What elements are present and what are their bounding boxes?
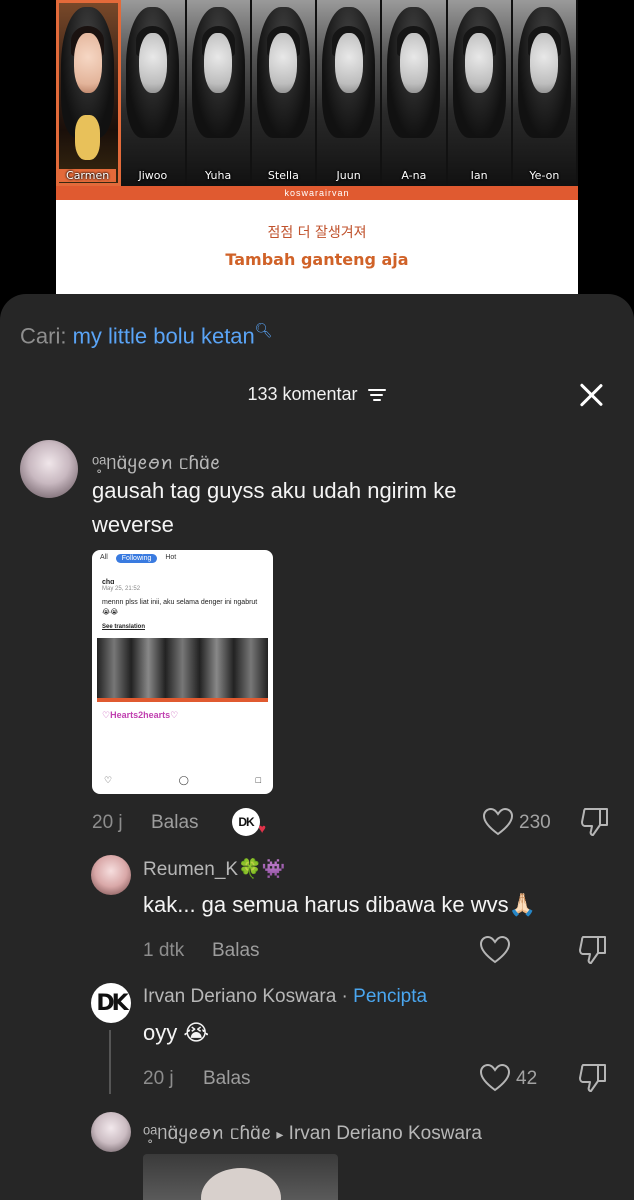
attachment-tab: Hot	[165, 554, 177, 561]
dislike-icon[interactable]	[580, 806, 610, 838]
attachment-post-body: mennn plss liat inii, aku selama denger …	[102, 599, 258, 616]
reply-author[interactable]: ᵒ̥ᵃᥒɑ̈ყꫀꪮꪀ ᥴɦɑ̈ꫀ	[143, 1123, 271, 1144]
comment-count: 133 komentar	[247, 384, 358, 404]
comment-time: 1 dtk	[143, 940, 185, 961]
creator-name[interactable]: Irvan Deriano Koswara	[143, 986, 336, 1007]
attachment-sticker: ♡Hearts2hearts♡	[102, 710, 179, 720]
bookmark-icon: □	[255, 775, 261, 785]
search-prefix: Cari:	[20, 323, 67, 349]
avatar[interactable]	[20, 440, 78, 498]
like-heart-icon[interactable]	[480, 1064, 510, 1092]
attachment-see-translation: See translation	[102, 624, 146, 630]
video-preview[interactable]: Carmen Jiwoo Yuha Stella Juun A-na Ian Y…	[56, 0, 578, 296]
member-card: Carmen	[56, 0, 122, 186]
search-suggestion[interactable]: Cari: my little bolu ketan🔍︎	[20, 322, 273, 349]
comment-text: oyy 😭	[143, 1020, 210, 1045]
attachment-tabs: All Following Hot	[92, 550, 273, 563]
heart-icon: ♡	[104, 775, 113, 785]
reply-to-user[interactable]: Irvan Deriano Koswara	[289, 1123, 482, 1144]
comment-text: gausah tag guyss aku udah ngirim ke weve…	[92, 478, 457, 537]
dislike-icon[interactable]	[578, 1062, 608, 1094]
comment-icon: ◯	[178, 775, 189, 785]
member-name: Yuha	[205, 169, 232, 182]
member-card: A-na	[382, 0, 448, 186]
like-count: 230	[519, 812, 551, 833]
search-icon: 🔍︎	[254, 322, 273, 338]
attachment-strip-bar	[97, 698, 268, 702]
comments-header: 133 komentar	[0, 384, 634, 405]
comment-attachment-image[interactable]: All Following Hot chɑ May 25, 21:52 menn…	[92, 550, 273, 794]
comments-sheet: Cari: my little bolu ketan🔍︎ 133 komenta…	[0, 294, 634, 1200]
like-heart-icon[interactable]	[480, 936, 510, 964]
member-name: A-na	[401, 169, 427, 182]
attachment-photo-strip	[97, 638, 268, 698]
close-icon[interactable]	[578, 382, 604, 408]
avatar[interactable]: DK	[91, 983, 131, 1023]
member-card: Ye-on	[512, 0, 578, 186]
member-name: Ian	[470, 169, 488, 182]
member-name: Juun	[336, 169, 361, 182]
member-card: Stella	[251, 0, 317, 186]
member-name: Ye-on	[529, 169, 560, 182]
dislike-icon[interactable]	[578, 934, 608, 966]
attachment-post-date: May 25, 21:52	[102, 586, 141, 592]
video-credit: koswarairvan	[56, 186, 578, 200]
member-strip: Carmen Jiwoo Yuha Stella Juun A-na Ian Y…	[56, 0, 578, 186]
attachment-actions: ♡ ◯ □	[104, 775, 261, 786]
comment-username[interactable]: ᵒ̥ᵃᥒɑ̈ყꫀꪮꪀ ᥴɦɑ̈ꫀ ▸ Irvan Deriano Koswara	[143, 1114, 482, 1154]
member-card: Jiwoo	[121, 0, 187, 186]
lyric-translation: Tambah ganteng aja	[225, 250, 409, 269]
creator-label: Pencipta	[353, 986, 428, 1007]
comment-attachment-image[interactable]	[143, 1154, 338, 1200]
member-name: Carmen	[59, 169, 117, 182]
name-separator: ·	[336, 986, 354, 1007]
sort-filter-icon[interactable]	[367, 386, 387, 404]
comment-text: kak... ga semua harus dibawa ke wvs🙏🏻	[143, 892, 537, 917]
reply-button[interactable]: Balas	[212, 940, 260, 962]
member-card: Yuha	[186, 0, 252, 186]
creator-logo: DK	[96, 990, 128, 1016]
member-card: Ian	[447, 0, 513, 186]
thread-line	[109, 1030, 111, 1094]
comment-time: 20 j	[143, 1068, 174, 1089]
reply-button[interactable]: Balas	[151, 812, 199, 834]
comment-username[interactable]: Irvan Deriano Koswara · Pencipta	[143, 986, 427, 1008]
avatar[interactable]	[91, 1112, 131, 1152]
creator-liked-badge: DK ♥	[232, 808, 266, 836]
attachment-tab: All	[100, 554, 108, 561]
member-name: Stella	[267, 169, 299, 182]
like-count: 42	[516, 1068, 538, 1089]
like-heart-icon[interactable]	[483, 808, 513, 836]
heart-icon: ♥	[258, 821, 266, 836]
attachment-post-user: chɑ	[102, 579, 115, 586]
attachment-tab: Following	[115, 554, 158, 563]
search-query[interactable]: my little bolu ketan	[73, 323, 255, 348]
comment-time: 20 j	[92, 812, 123, 833]
reply-arrow-icon: ▸	[276, 1126, 284, 1142]
creator-logo-mini: DK	[238, 815, 254, 829]
comment-username[interactable]: Reumen_K🍀👾	[143, 857, 285, 881]
lyrics-panel: 점점 더 잘생겨져 Tambah ganteng aja	[56, 200, 578, 296]
member-card: Juun	[317, 0, 383, 186]
avatar[interactable]	[91, 855, 131, 895]
member-name: Jiwoo	[138, 169, 168, 182]
lyric-korean: 점점 더 잘생겨져	[267, 225, 367, 241]
reply-button[interactable]: Balas	[203, 1068, 251, 1090]
